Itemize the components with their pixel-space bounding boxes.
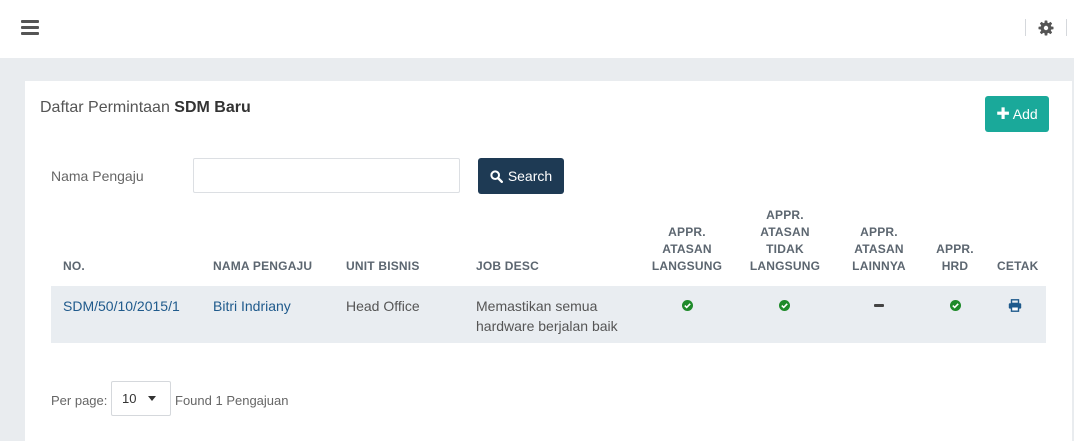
check-icon (682, 300, 693, 311)
check-icon (950, 300, 961, 311)
header-line: HRD (941, 259, 969, 273)
header-no: NO. (63, 259, 85, 273)
header-line: APPR. (766, 208, 804, 222)
add-button-label: Add (1012, 106, 1038, 122)
request-number-link[interactable]: SDM/50/10/2015/1 (63, 296, 180, 316)
request-list-panel: Daftar Permintaan SDM Baru ✚ Add Nama Pe… (25, 81, 1072, 441)
title-bold: SDM Baru (174, 99, 251, 116)
header-line: ATASAN (854, 242, 904, 256)
page-title: Daftar Permintaan SDM Baru (40, 99, 251, 117)
nama-pengaju-input[interactable] (193, 158, 460, 193)
printer-icon[interactable] (1008, 299, 1022, 317)
navbar-separator (1025, 19, 1026, 36)
title-prefix: Daftar Permintaan (40, 99, 175, 116)
per-page-value: 10 (122, 391, 137, 406)
search-button-label: Search (507, 168, 553, 184)
plus-icon: ✚ (996, 106, 1010, 123)
per-page-select[interactable]: 10 (111, 381, 171, 416)
menu-icon[interactable] (21, 20, 39, 36)
job-desc-cell: Memastikan semua hardware berjalan baik (476, 296, 618, 336)
per-page-label: Per page: (51, 393, 108, 408)
header-cetak: CETAK (997, 259, 1039, 273)
caret-down-icon (148, 396, 156, 401)
header-appr-atasan-tidak-langsung: APPR. ATASAN TIDAK LANGSUNG (745, 207, 825, 275)
applicant-name-link[interactable]: Bitri Indriany (213, 296, 291, 316)
header-appr-atasan-langsung: APPR. ATASAN LANGSUNG (647, 224, 727, 275)
header-line: LANGSUNG (651, 259, 723, 273)
table-row: SDM/50/10/2015/1 Bitri Indriany Head Off… (51, 286, 1046, 343)
header-appr-hrd: APPR. HRD (925, 241, 985, 275)
unit-bisnis-cell: Head Office (346, 298, 420, 314)
header-line: ATASAN (662, 242, 712, 256)
check-icon (779, 300, 790, 311)
navbar-separator (1066, 19, 1067, 36)
job-desc-line: Memastikan semua (476, 298, 598, 314)
nama-pengaju-label: Nama Pengaju (51, 168, 144, 184)
search-button[interactable]: Search (478, 158, 564, 194)
header-line: LAINNYA (852, 259, 906, 273)
header-line: ATASAN (760, 225, 810, 239)
header-line: APPR. (860, 225, 898, 239)
header-nama-pengaju: NAMA PENGAJU (213, 259, 313, 273)
header-appr-atasan-lainnya: APPR. ATASAN LAINNYA (839, 224, 919, 275)
header-line: APPR. (936, 242, 974, 256)
header-line: APPR. (668, 225, 706, 239)
header-line: TIDAK (766, 242, 804, 256)
dash-icon (874, 304, 884, 307)
search-icon (490, 169, 503, 183)
header-job-desc: JOB DESC (476, 259, 539, 273)
header-unit-bisnis: UNIT BISNIS (346, 259, 420, 273)
header-line: LANGSUNG (749, 259, 821, 273)
job-desc-line: hardware berjalan baik (476, 318, 618, 334)
add-button[interactable]: ✚ Add (985, 96, 1049, 132)
top-navbar (0, 0, 1074, 58)
found-count-text: Found 1 Pengajuan (175, 393, 289, 408)
gear-icon[interactable] (1036, 18, 1056, 38)
